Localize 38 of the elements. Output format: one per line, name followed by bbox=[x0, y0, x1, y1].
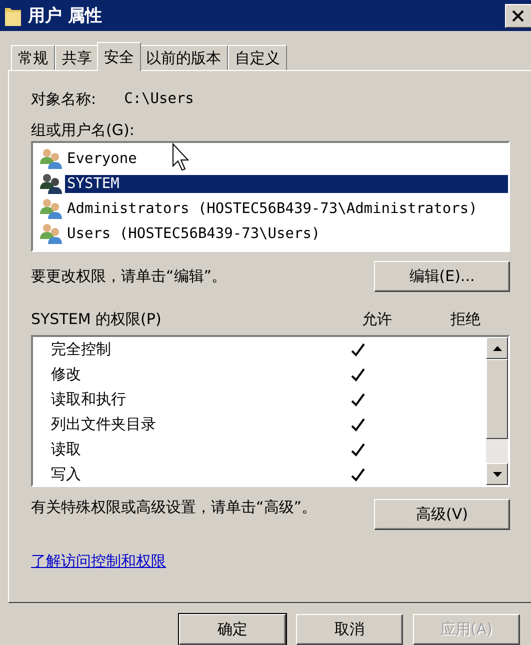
permission-name: 写入 bbox=[50, 465, 82, 484]
users-icon bbox=[39, 172, 63, 194]
dialog-button[interactable]: 确定 bbox=[179, 614, 286, 645]
user-item[interactable]: Administrators (HOSTEC56B439-73\Administrators) bbox=[65, 200, 480, 218]
advanced-hint: 有关特殊权限或高级设置，请单击“高级”。 bbox=[31, 499, 318, 515]
close-button[interactable] bbox=[505, 4, 531, 28]
edit-button[interactable]: 编辑(E)... bbox=[374, 261, 510, 292]
scrollbar[interactable] bbox=[486, 337, 508, 485]
user-item[interactable]: Everyone bbox=[65, 150, 139, 168]
permission-name: 读取和执行 bbox=[50, 390, 127, 409]
permissions-label: SYSTEM 的权限(P) bbox=[31, 310, 162, 328]
change-hint: 要更改权限，请单击“编辑”。 bbox=[31, 267, 227, 286]
object-name-value: C:\Users bbox=[124, 91, 194, 107]
column-header: 允许 bbox=[360, 310, 393, 328]
column-header: 拒绝 bbox=[450, 310, 482, 328]
tab[interactable]: 安全 bbox=[97, 42, 141, 71]
help-link[interactable]: 了解访问控制和权限 bbox=[31, 552, 166, 571]
tab[interactable]: 共享 bbox=[55, 45, 99, 70]
tab[interactable]: 自定义 bbox=[228, 45, 287, 70]
users-icon bbox=[39, 222, 63, 244]
tab[interactable]: 以前的版本 bbox=[139, 45, 228, 70]
permission-name: 修改 bbox=[50, 365, 82, 384]
users-icon bbox=[39, 198, 63, 220]
permission-name: 列出文件夹目录 bbox=[50, 415, 157, 434]
user-item[interactable]: SYSTEM bbox=[65, 174, 508, 192]
users-icon bbox=[39, 148, 63, 170]
down-arrow-icon bbox=[492, 472, 502, 476]
up-arrow-icon bbox=[492, 346, 502, 350]
object-name-label: 对象名称: bbox=[31, 90, 96, 108]
user-item[interactable]: Users (HOSTEC56B439-73\Users) bbox=[65, 224, 322, 242]
permission-name: 完全控制 bbox=[50, 340, 112, 359]
groups-label: 组或用户名(G): bbox=[31, 121, 136, 141]
permission-name: 读取 bbox=[50, 440, 82, 459]
close-icon bbox=[512, 10, 524, 22]
advanced-button[interactable]: 高级(V) bbox=[374, 499, 510, 530]
dialog-button[interactable]: 取消 bbox=[296, 614, 403, 645]
window-title: 用户 属性 bbox=[28, 5, 102, 27]
tab[interactable]: 常规 bbox=[11, 45, 55, 70]
